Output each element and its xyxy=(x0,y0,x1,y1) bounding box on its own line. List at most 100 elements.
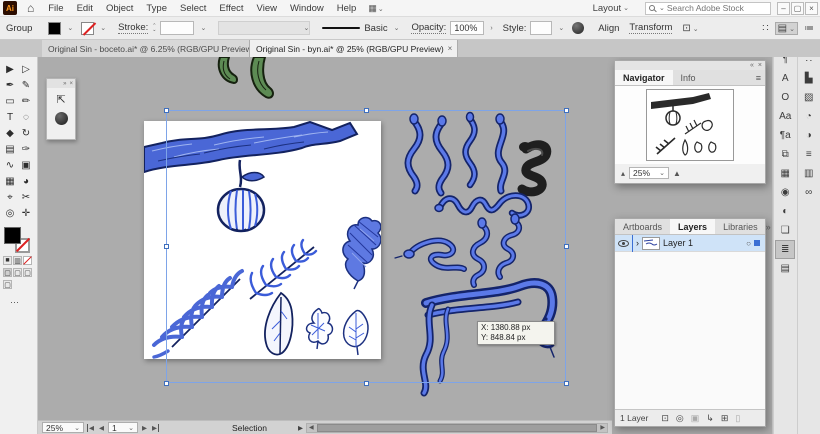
layer-row[interactable]: › Layer 1 ○ xyxy=(615,235,765,252)
collapse-icon[interactable]: » xyxy=(63,81,66,87)
character-styles-panel-icon[interactable]: Aa xyxy=(775,107,795,126)
selection-indicator[interactable] xyxy=(754,240,760,246)
layer-name[interactable]: Layer 1 xyxy=(663,238,693,248)
edit-toolbar-button[interactable]: ⋯ xyxy=(10,297,37,308)
menu-type[interactable]: Type xyxy=(146,3,167,14)
delete-layer-icon[interactable]: ▯ xyxy=(735,413,740,424)
eraser-tool[interactable]: ◆ xyxy=(2,125,18,141)
fill-color-swatch[interactable] xyxy=(48,22,61,35)
brush-name-label[interactable]: Basic xyxy=(364,23,387,34)
fill-proxy-swatch[interactable] xyxy=(4,227,21,244)
selection-handle-s[interactable] xyxy=(364,381,369,386)
selection-handle-w[interactable] xyxy=(164,244,169,249)
next-artboard-button[interactable]: ▶ xyxy=(141,424,148,432)
navigator-zoom-combo[interactable]: 25% ⌄ xyxy=(629,167,669,179)
color-button[interactable]: ■ xyxy=(3,256,12,265)
tab-artboards[interactable]: Artboards xyxy=(615,219,670,234)
selection-handle-nw[interactable] xyxy=(164,108,169,113)
first-artboard-button[interactable]: ◀ xyxy=(87,424,95,432)
floating-panel-header[interactable]: » × xyxy=(47,79,75,88)
selection-handle-ne[interactable] xyxy=(564,108,569,113)
new-layer-icon[interactable]: ⊞ xyxy=(721,413,729,424)
menu-window[interactable]: Window xyxy=(290,3,324,14)
stroke-weight-label[interactable]: Stroke: xyxy=(118,22,148,34)
artboard-number-combo[interactable]: 1 ⌄ xyxy=(108,422,138,433)
draw-normal-button[interactable]: ▢ xyxy=(3,268,12,277)
graph-tool[interactable]: ◕ xyxy=(18,173,34,189)
menu-select[interactable]: Select xyxy=(180,3,206,14)
selection-handle-sw[interactable] xyxy=(164,381,169,386)
last-artboard-button[interactable]: ▶ xyxy=(151,424,159,432)
close-panel-icon[interactable]: × xyxy=(758,62,762,69)
type-tool[interactable]: T xyxy=(2,109,18,125)
menu-object[interactable]: Object xyxy=(106,3,133,14)
chevron-down-icon[interactable]: ⌄ xyxy=(394,24,400,32)
blend-tool[interactable]: ∿ xyxy=(2,157,18,173)
align-link[interactable]: Align xyxy=(598,23,619,34)
adobe-stock-search[interactable]: ⌄ xyxy=(645,2,771,15)
color-panel-icon[interactable]: ◔ xyxy=(799,107,819,126)
swatches-panel-icon[interactable]: ▦ xyxy=(775,164,795,183)
scissors-tool[interactable]: ✂ xyxy=(18,189,34,205)
tab-info[interactable]: Info xyxy=(673,70,704,85)
close-button[interactable]: × xyxy=(805,2,818,15)
pattern-options-panel-icon[interactable]: ▨ xyxy=(799,88,819,107)
collapse-panel-icon[interactable]: « xyxy=(750,62,754,69)
scroll-left-icon[interactable]: ◀ xyxy=(307,424,316,431)
tab-navigator[interactable]: Navigator xyxy=(615,70,673,85)
close-icon[interactable]: × xyxy=(69,81,73,87)
menu-effect[interactable]: Effect xyxy=(219,3,243,14)
direct-selection-tool[interactable]: ▷ xyxy=(18,61,34,77)
rectangle-tool[interactable]: ▭ xyxy=(2,93,18,109)
none-button[interactable] xyxy=(23,256,32,265)
grid-view-icon[interactable]: ∷ xyxy=(762,23,768,34)
tab-libraries[interactable]: Libraries xyxy=(715,219,766,234)
zoom-in-icon[interactable]: ▲ xyxy=(673,169,681,178)
close-tab-icon[interactable]: × xyxy=(448,44,453,53)
status-flyout-icon[interactable]: ▶ xyxy=(298,424,303,432)
chevron-down-icon[interactable]: ⌄ xyxy=(558,24,564,32)
chevron-down-icon[interactable]: ⌄ xyxy=(100,24,106,32)
character-panel-icon[interactable]: A xyxy=(775,69,795,88)
maximize-button[interactable]: ▢ xyxy=(791,2,804,15)
panel-menu-icon[interactable]: ≡ xyxy=(756,70,765,85)
glyphs-panel-icon[interactable]: O xyxy=(775,88,795,107)
panel-dock-icon[interactable]: ▤⌄ xyxy=(775,22,798,35)
paragraph-styles-panel-icon[interactable]: ¶a xyxy=(775,126,795,145)
opacity-label[interactable]: Opacity: xyxy=(411,22,446,34)
prev-artboard-button[interactable]: ◀ xyxy=(98,424,105,432)
pen-tool[interactable]: ✒ xyxy=(2,77,18,93)
navigator-preview[interactable] xyxy=(615,86,765,164)
menu-view[interactable]: View xyxy=(257,3,277,14)
stroke-color-swatch[interactable] xyxy=(81,22,94,35)
spiral-tool[interactable]: ◎ xyxy=(2,205,18,221)
chevron-right-icon[interactable]: › xyxy=(490,25,492,32)
chevron-down-icon[interactable]: ⌄ xyxy=(200,24,206,32)
expand-layer-icon[interactable]: › xyxy=(636,238,639,248)
document-tab-boceto[interactable]: Original Sin - boceto.ai* @ 6.25% (RGB/G… xyxy=(42,40,250,57)
recolor-artwork-icon[interactable] xyxy=(572,22,584,34)
tab-layers[interactable]: Layers xyxy=(670,219,715,234)
symbols-panel-icon[interactable]: ⧉ xyxy=(775,145,795,164)
transform-link[interactable]: Transform xyxy=(629,22,672,34)
new-sublayer-icon[interactable]: ↳ xyxy=(706,413,714,424)
collect-for-export-icon[interactable]: ⊡ xyxy=(661,413,669,424)
scroll-right-icon[interactable]: ▶ xyxy=(598,424,607,431)
gradient-swatch-panel-icon[interactable]: ▥ xyxy=(799,164,819,183)
rotate-view-tool[interactable] xyxy=(55,112,68,125)
artboards-panel-icon[interactable]: ❏ xyxy=(775,221,795,240)
fill-stroke-indicator[interactable] xyxy=(4,227,30,253)
hand-tool[interactable]: ✛ xyxy=(18,205,34,221)
cc-libraries-panel-icon[interactable]: ∞ xyxy=(799,183,819,202)
selection-tool[interactable]: ▶ xyxy=(2,61,18,77)
gradient-button[interactable]: ▥ xyxy=(13,256,22,265)
style-select[interactable] xyxy=(530,21,552,35)
selection-handle-se[interactable] xyxy=(564,381,569,386)
search-input[interactable] xyxy=(667,3,757,13)
document-tab-byn[interactable]: Original Sin - byn.ai* @ 25% (RGB/GPU Pr… xyxy=(250,40,458,57)
export-artboard-tool[interactable]: ⇱ xyxy=(56,93,65,106)
rotate-tool[interactable]: ↻ xyxy=(18,125,34,141)
home-icon[interactable]: ⌂ xyxy=(27,1,34,15)
selection-handle-n[interactable] xyxy=(364,108,369,113)
paintbrush-tool[interactable]: ✏ xyxy=(18,93,34,109)
